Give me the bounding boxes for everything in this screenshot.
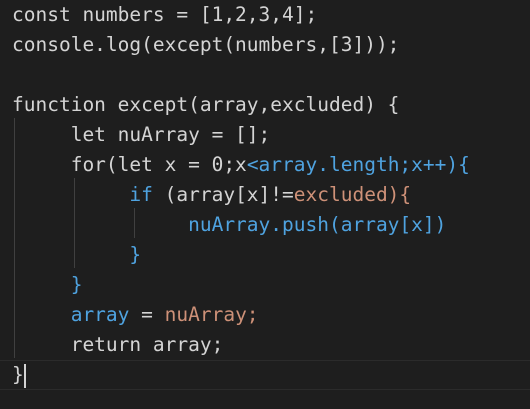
code-line-text: array = nuArray; xyxy=(12,300,259,330)
code-token: const numbers = [1,2,3,4]; xyxy=(12,3,318,26)
code-token: function except(array,excluded) { xyxy=(12,93,400,116)
code-token: <array.length;x++){ xyxy=(246,153,470,176)
code-editor[interactable]: const numbers = [1,2,3,4]; console.log(ex… xyxy=(0,0,530,409)
code-token: } xyxy=(12,273,83,296)
code-line-13[interactable]: } xyxy=(0,360,530,390)
code-line-text: if (array[x]!=excluded){ xyxy=(12,180,411,210)
code-line-text: } xyxy=(12,270,83,300)
code-token: nuArray; xyxy=(164,303,259,326)
code-line-text: let nuArray = []; xyxy=(12,120,271,150)
code-line-text: function except(array,excluded) { xyxy=(12,90,399,120)
code-token: = xyxy=(141,303,165,326)
code-line-text: nuArray.push(array[x]) xyxy=(12,210,446,240)
text-cursor xyxy=(24,364,26,388)
code-line-text: } xyxy=(12,240,141,270)
code-token: excluded){ xyxy=(293,183,412,206)
code-token: if xyxy=(12,183,165,206)
code-token: return array; xyxy=(12,333,224,356)
code-line-text: } xyxy=(12,361,24,389)
code-token: } xyxy=(12,363,24,386)
code-line-text: for(let x = 0;x<array.length;x++){ xyxy=(12,150,470,180)
code-token: } xyxy=(12,243,142,266)
code-line-text: return array; xyxy=(12,330,224,360)
code-token: array xyxy=(12,303,142,326)
code-token: (array[x]!= xyxy=(164,183,294,206)
code-token: let nuArray = []; xyxy=(12,123,271,146)
code-line-text: const numbers = [1,2,3,4]; xyxy=(12,0,317,30)
code-token: for(let x = 0;x xyxy=(12,153,247,176)
code-line-text: console.log(except(numbers,[3])); xyxy=(12,30,399,60)
code-token: console.log(except(numbers,[3])); xyxy=(12,33,400,56)
code-token: nuArray.push(array[x]) xyxy=(12,213,447,236)
